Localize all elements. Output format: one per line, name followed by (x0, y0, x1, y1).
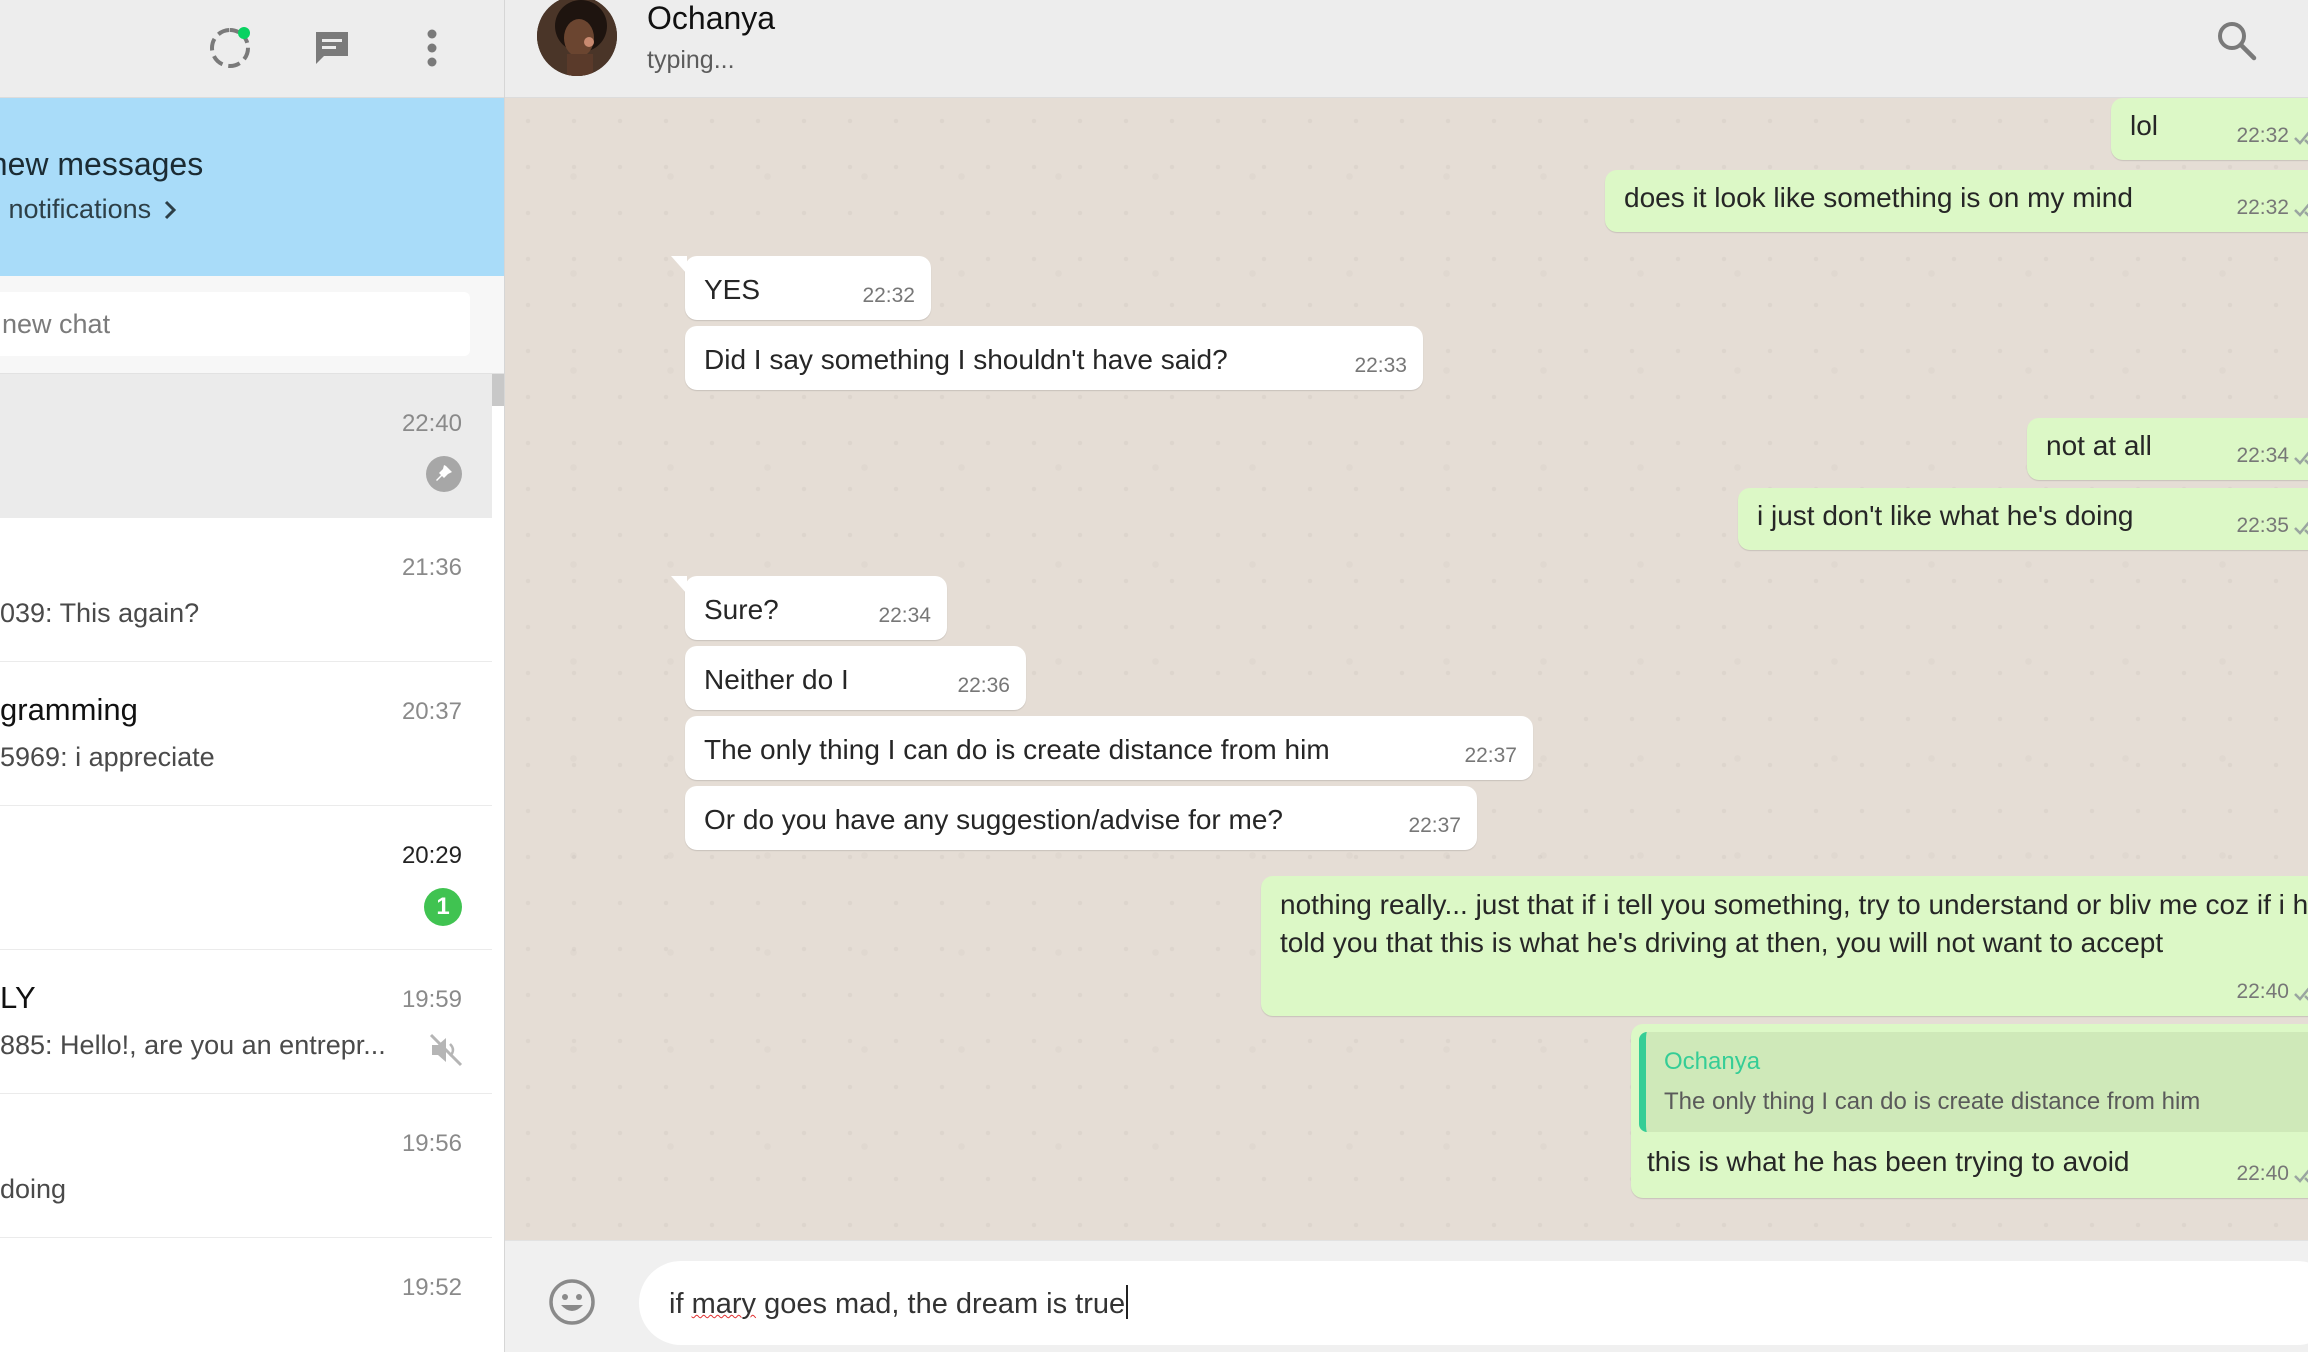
banner-link-label: o notifications (0, 194, 152, 224)
chat-time: 19:59 (401, 986, 462, 1013)
double-check-icon (2294, 987, 2308, 1001)
message-bubble-outgoing[interactable]: not at all 22:34 (2027, 418, 2308, 480)
message-bubble-outgoing[interactable]: Ochanya The only thing I can do is creat… (1631, 1024, 2308, 1198)
message-text: not at all (2046, 430, 2152, 461)
chat-preview: 5969: i appreciate (0, 742, 215, 772)
typed-text-end: goes mad, the dream is true (756, 1288, 1126, 1320)
mute-icon (429, 1033, 463, 1067)
emoji-icon[interactable] (547, 1277, 597, 1327)
sidebar: f new messages o notifications 22:40 039… (0, 0, 505, 1352)
message-bubble-outgoing[interactable]: nothing really... just that if i tell yo… (1261, 876, 2308, 1016)
message-bubble-incoming[interactable]: Or do you have any suggestion/advise for… (685, 786, 1477, 850)
message-bubble-incoming[interactable]: Neither do I 22:36 (685, 646, 1026, 710)
double-check-icon (2294, 451, 2308, 465)
message-time: 22:37 (1464, 744, 1517, 767)
message-input-text: if mary goes mad, the dream is true (669, 1285, 1129, 1321)
message-time: 22:34 (878, 604, 931, 627)
misspelled-word: mary (691, 1288, 757, 1320)
message-bubble-incoming[interactable]: YES 22:32 (671, 256, 931, 320)
chat-list-item[interactable]: 20:29 1 (0, 806, 492, 950)
quoted-author: Ochanya (1664, 1048, 1761, 1075)
enable-notifications-link[interactable]: o notifications (0, 194, 177, 225)
message-text: Sure? (704, 594, 779, 625)
message-time: 22:40 (2236, 980, 2289, 1003)
message-time: 22:32 (2236, 196, 2289, 219)
message-text: nothing really... just that if i tell yo… (1280, 889, 2308, 958)
message-time: 22:32 (2236, 124, 2289, 147)
bubble-tail (671, 256, 687, 274)
message-bubble-incoming[interactable]: The only thing I can do is create distan… (685, 716, 1533, 780)
bubble-tail (671, 576, 687, 594)
message-bubble-outgoing[interactable]: lol 22:32 (2111, 98, 2308, 160)
status-icon[interactable] (198, 16, 262, 80)
typed-text-start: if (669, 1288, 692, 1320)
chat-preview: 885: Hello!, are you an entrepr... (0, 1030, 386, 1060)
search-box (0, 292, 470, 356)
message-time: 22:32 (862, 284, 915, 307)
message-composer: if mary goes mad, the dream is true (505, 1240, 2308, 1352)
message-bubble-incoming[interactable]: Sure? 22:34 (671, 576, 947, 640)
message-time: 22:37 (1408, 814, 1461, 837)
banner-title: f new messages (0, 146, 204, 182)
chat-time: 19:56 (401, 1130, 462, 1157)
message-time: 22:35 (2236, 514, 2289, 537)
quoted-message[interactable]: Ochanya The only thing I can do is creat… (1639, 1032, 2308, 1132)
chat-list-item[interactable]: 19:52 (0, 1238, 492, 1352)
chat-list-item[interactable]: doing 19:56 (0, 1094, 492, 1238)
chat-time: 20:29 (401, 842, 462, 869)
chat-preview: 039: This again? (0, 598, 200, 628)
new-chat-icon[interactable] (300, 16, 364, 80)
message-text: does it look like something is on my min… (1624, 182, 2133, 213)
quoted-text: The only thing I can do is create distan… (1664, 1088, 2201, 1115)
message-time: 22:33 (1354, 354, 1407, 377)
chat-name: gramming (0, 692, 138, 727)
chat-list-item[interactable]: gramming 5969: i appreciate 20:37 (0, 662, 492, 806)
double-check-icon (2294, 131, 2308, 145)
search-icon[interactable] (2214, 18, 2258, 62)
contact-status: typing... (647, 46, 735, 74)
conversation-header[interactable]: Ochanya typing... (505, 0, 2308, 98)
message-text: Did I say something I shouldn't have sai… (704, 344, 1228, 375)
message-bubble-outgoing[interactable]: i just don't like what he's doing 22:35 (1738, 488, 2308, 550)
message-text: YES (704, 274, 761, 305)
chat-time: 21:36 (401, 554, 462, 581)
notifications-banner[interactable]: f new messages o notifications (0, 98, 504, 276)
chat-list-item[interactable]: 039: This again? 21:36 (0, 518, 492, 662)
message-time: 22:34 (2236, 444, 2289, 467)
message-bubble-outgoing[interactable]: does it look like something is on my min… (1605, 170, 2308, 232)
chat-time: 22:40 (401, 410, 462, 437)
menu-icon[interactable] (400, 16, 464, 80)
double-check-icon (2294, 203, 2308, 217)
message-input[interactable]: if mary goes mad, the dream is true (639, 1261, 2308, 1345)
message-text: Or do you have any suggestion/advise for… (704, 804, 1284, 835)
double-check-icon (2294, 521, 2308, 535)
pin-icon (426, 456, 462, 492)
search-bar (0, 276, 504, 374)
conversation-panel: Ochanya typing... lol 22:32 does it look… (505, 0, 2308, 1352)
message-text: i just don't like what he's doing (1757, 500, 2134, 531)
message-text: lol (2130, 110, 2159, 141)
sidebar-header (0, 0, 504, 98)
chevron-right-icon (164, 200, 176, 220)
message-text: this is what he has been trying to avoid (1647, 1146, 2130, 1177)
message-text: The only thing I can do is create distan… (704, 734, 1330, 765)
avatar[interactable] (537, 0, 617, 76)
search-input[interactable] (2, 292, 462, 356)
double-check-icon (2294, 1169, 2308, 1183)
contact-name: Ochanya (647, 0, 776, 36)
message-time: 22:40 (2236, 1162, 2289, 1185)
message-text: Neither do I (704, 664, 849, 695)
chat-list-item[interactable]: LY 885: Hello!, are you an entrepr... 19… (0, 950, 492, 1094)
message-time: 22:36 (957, 674, 1010, 697)
chat-list-scrollbar[interactable] (492, 374, 504, 406)
text-caret (1126, 1285, 1129, 1319)
chat-time: 20:37 (401, 698, 462, 725)
unread-badge: 1 (424, 888, 462, 926)
message-list: lol 22:32 does it look like something is… (505, 98, 2308, 1240)
message-bubble-incoming[interactable]: Did I say something I shouldn't have sai… (685, 326, 1423, 390)
chat-time: 19:52 (401, 1274, 462, 1301)
chat-preview: doing (0, 1174, 67, 1204)
chat-list-item[interactable]: 22:40 (0, 374, 492, 518)
chat-name: LY (0, 980, 36, 1015)
